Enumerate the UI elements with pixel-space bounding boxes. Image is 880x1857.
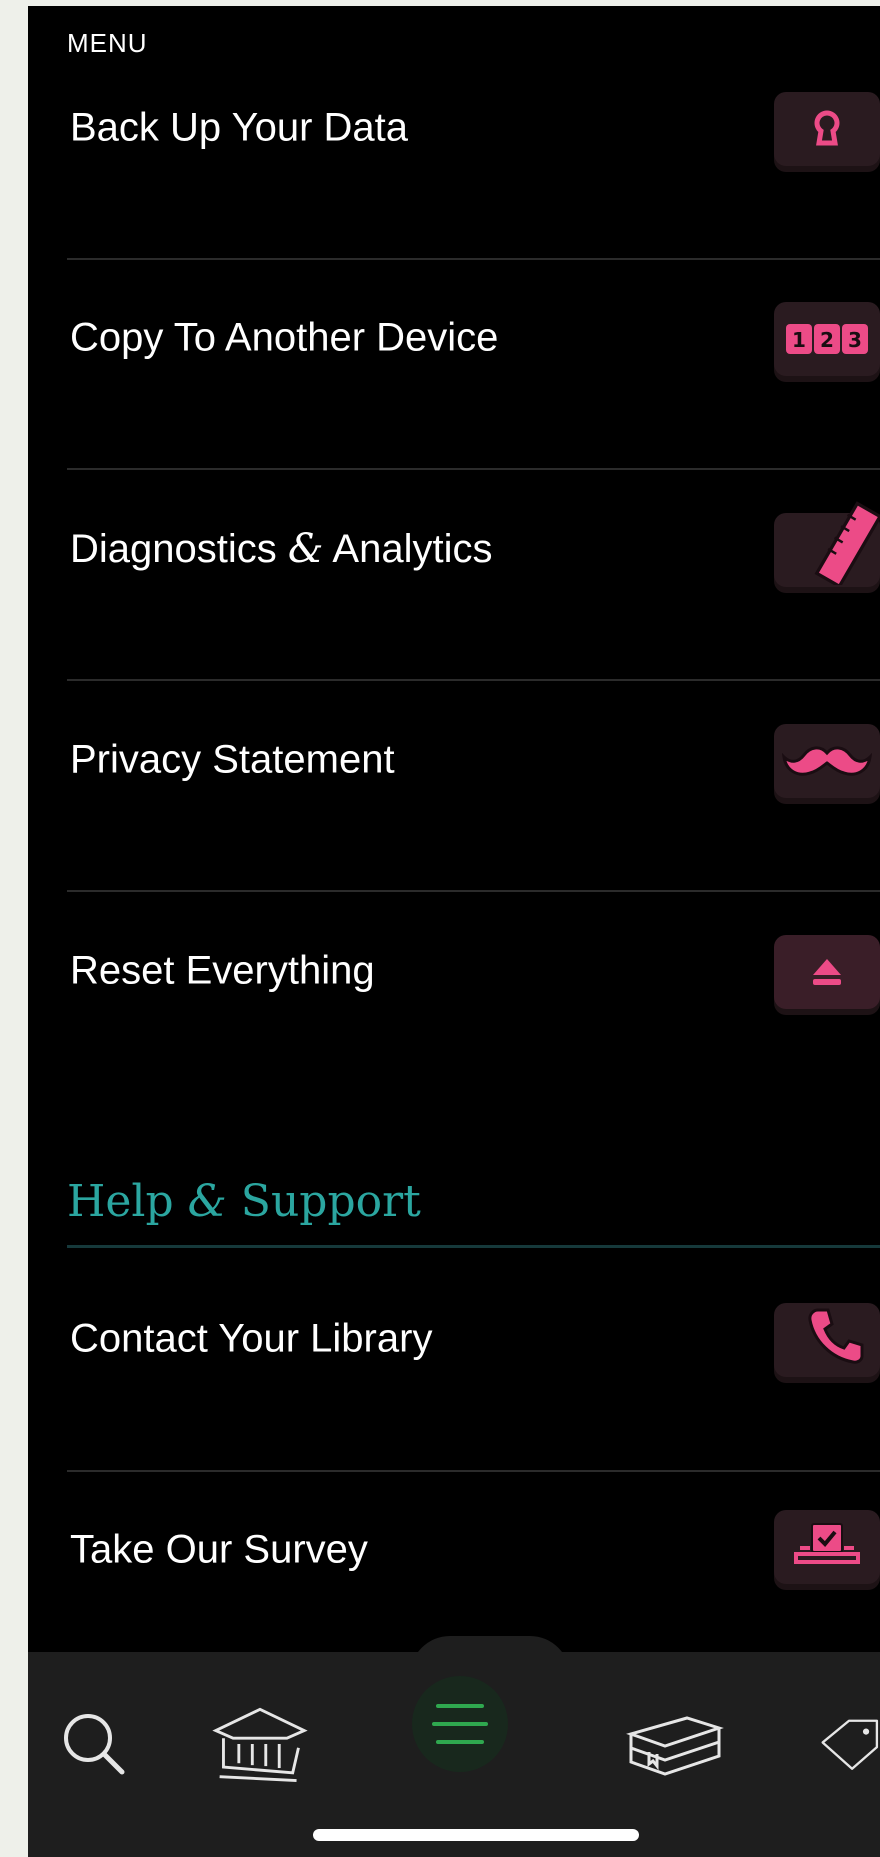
numbers-123-icon: 1 2 3 [774, 302, 880, 376]
section-title-help-support: Help & Support [67, 1176, 421, 1227]
tab-library[interactable] [210, 1694, 310, 1794]
ruler-icon [774, 501, 880, 587]
tag-icon [821, 1719, 879, 1770]
menu-item-diagnostics[interactable]: Diagnostics & Analytics [28, 453, 880, 663]
svg-text:1: 1 [792, 328, 806, 352]
menu-item-contact-library[interactable]: Contact Your Library [28, 1243, 880, 1453]
tab-search[interactable] [44, 1694, 144, 1794]
menu-item-label: Back Up Your Data [70, 105, 408, 150]
mustache-icon [774, 724, 880, 798]
menu-item-label: Privacy Statement [70, 737, 395, 782]
svg-text:2: 2 [820, 328, 834, 352]
ballot-box-icon [774, 1510, 880, 1584]
menu-item-copy-device[interactable]: Copy To Another Device 1 2 3 [28, 242, 880, 452]
menu-item-reset[interactable]: Reset Everything [28, 875, 880, 1085]
menu-item-survey[interactable]: Take Our Survey [28, 1454, 880, 1664]
keyhole-icon [774, 92, 880, 166]
menu-item-label: Take Our Survey [70, 1527, 368, 1572]
menu-item-label: Copy To Another Device [70, 315, 499, 360]
tab-menu[interactable] [412, 1676, 508, 1772]
menu-item-privacy[interactable]: Privacy Statement [28, 664, 880, 874]
app-screen: MENU Back Up Your Data Copy To Another D… [28, 6, 880, 1857]
library-icon [212, 1707, 308, 1782]
home-indicator [313, 1829, 639, 1841]
menu-item-back-up-data[interactable]: Back Up Your Data [28, 32, 880, 242]
svg-text:3: 3 [848, 328, 862, 352]
menu-item-label: Contact Your Library [70, 1316, 433, 1361]
eject-icon [774, 935, 880, 1009]
search-icon [64, 1714, 125, 1775]
tab-books[interactable] [620, 1694, 730, 1794]
menu-item-label: Diagnostics & Analytics [70, 526, 493, 572]
tab-tags[interactable] [818, 1694, 880, 1794]
books-icon [626, 1716, 724, 1776]
menu-icon [432, 1704, 488, 1744]
phone-icon [774, 1303, 880, 1377]
menu-item-label: Reset Everything [70, 948, 375, 993]
